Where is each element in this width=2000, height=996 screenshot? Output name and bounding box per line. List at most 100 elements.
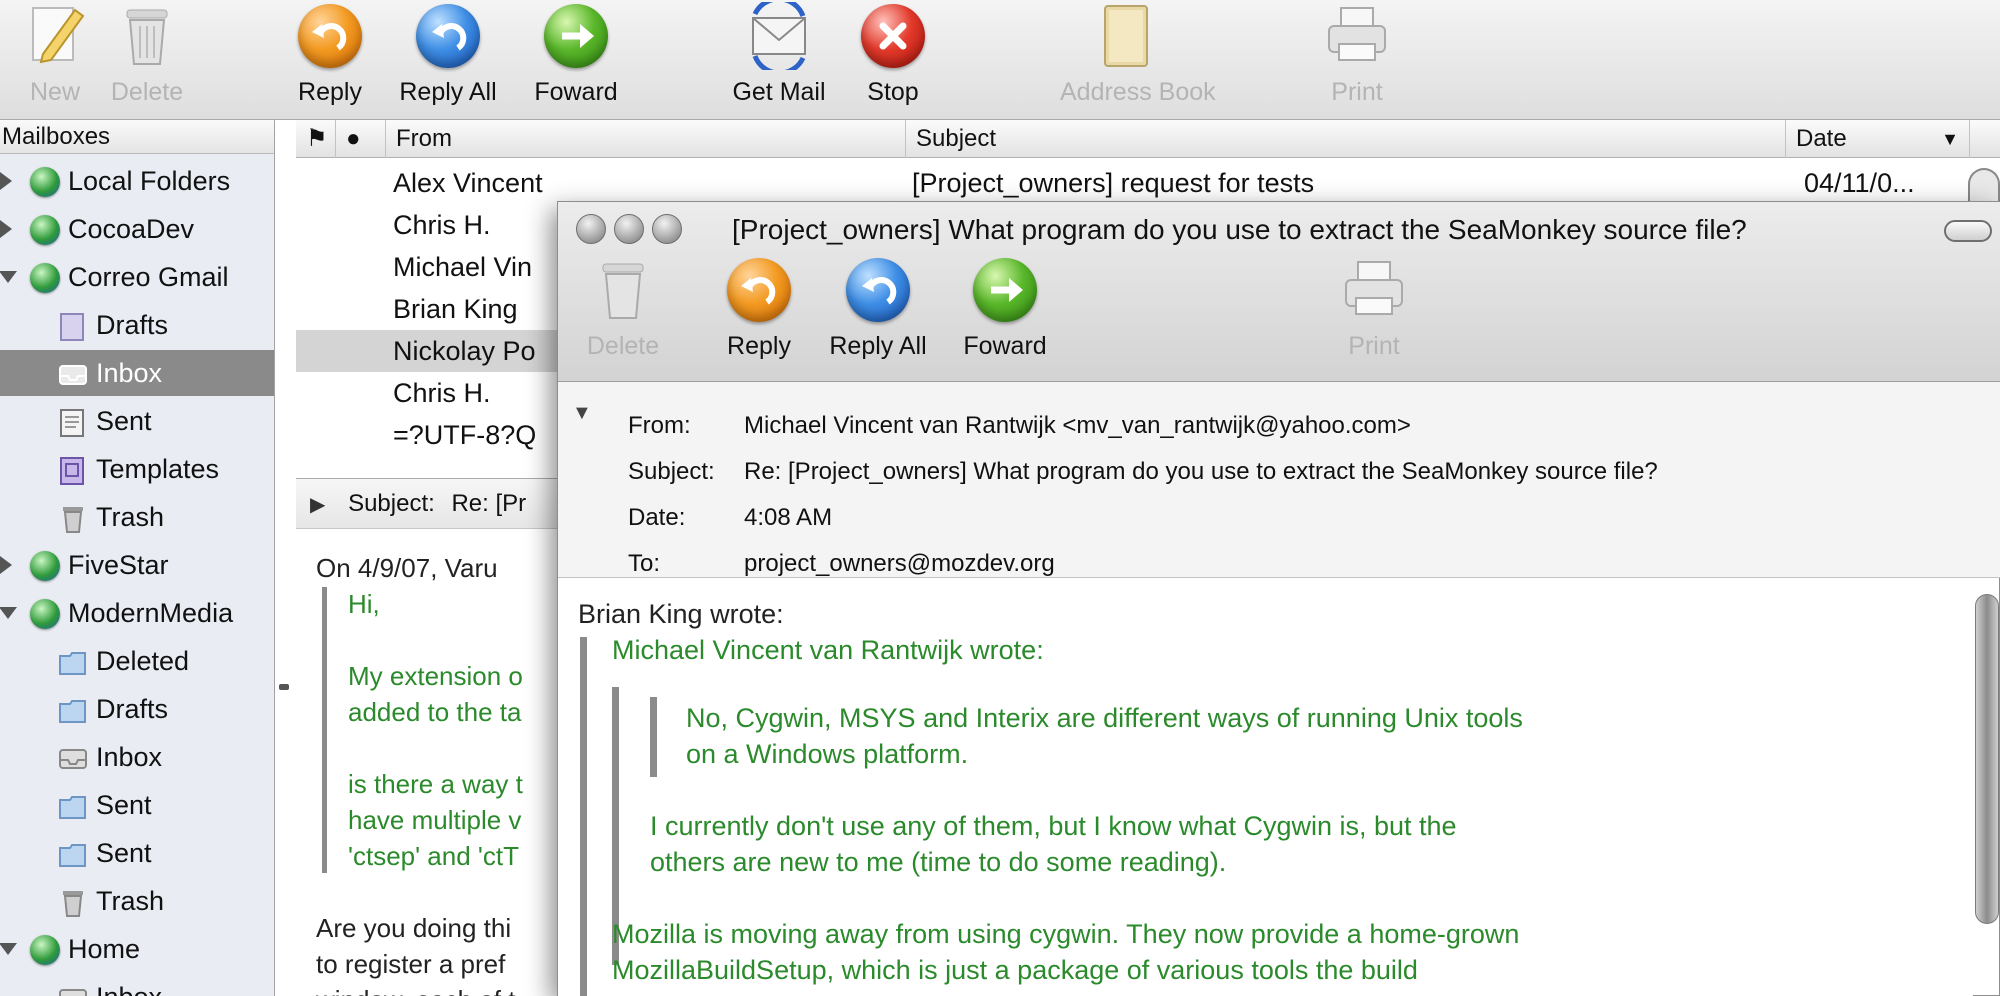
row-from: Michael Vin <box>393 252 533 282</box>
subject-header-value: Re: [Project_owners] What program do you… <box>744 458 1658 485</box>
window-reply-button[interactable]: Reply <box>694 256 824 361</box>
sidebar-item-deleted[interactable]: Deleted <box>0 638 274 684</box>
get-mail-label: Get Mail <box>732 78 826 106</box>
window-delete-button[interactable]: Delete <box>558 256 688 361</box>
disclosure-triangle-icon[interactable] <box>0 943 17 955</box>
account-modernmedia[interactable]: ModernMedia <box>0 590 274 636</box>
sidebar-item-label: Templates <box>96 454 220 484</box>
sidebar-item-drafts[interactable]: Drafts <box>0 302 274 348</box>
print-label: Print <box>1331 78 1383 106</box>
zoom-window-button[interactable] <box>652 214 682 244</box>
sidebar-item-label: Drafts <box>96 694 169 724</box>
disclosure-triangle-icon[interactable] <box>0 271 17 283</box>
trash-icon <box>58 886 88 917</box>
sidebar-item-trash-2[interactable]: Trash <box>0 878 274 924</box>
preview-text-line: Hi, <box>348 589 380 619</box>
subject-header-label: Subject: <box>628 458 715 485</box>
window-reply-all-label: Reply All <box>829 332 927 360</box>
collapse-headers-icon[interactable]: ▼ <box>572 402 592 425</box>
preview-text-line: My extension o <box>348 661 523 691</box>
disclosure-triangle-icon[interactable] <box>0 172 12 190</box>
sidebar-item-label: Drafts <box>96 310 169 340</box>
body-text-line: Michael Vincent van Rantwijk wrote: <box>612 635 1044 665</box>
address-book-icon <box>1091 2 1159 70</box>
account-correo-gmail[interactable]: Correo Gmail <box>0 254 274 300</box>
table-row[interactable]: Alex Vincent [Project_owners] request fo… <box>296 162 2000 204</box>
sidebar-item-inbox[interactable]: Inbox <box>0 350 274 396</box>
row-from: Brian King <box>393 294 518 324</box>
preview-text-line: On 4/9/07, Varu <box>316 553 498 583</box>
sort-descending-icon: ▼ <box>1941 129 1959 149</box>
disclosure-triangle-icon[interactable] <box>0 220 12 238</box>
subject-column-header[interactable]: Subject <box>906 120 1786 158</box>
row-from: =?UTF-8?Q <box>393 420 537 450</box>
message-list-header: ⚑ ● From Subject Date ▼ <box>296 120 2000 158</box>
from-header-label: From: <box>628 412 691 439</box>
reply-button[interactable]: Reply <box>265 2 395 107</box>
delete-label: Delete <box>110 78 184 106</box>
reply-all-icon <box>844 256 912 324</box>
date-column-header[interactable]: Date ▼ <box>1786 120 1970 158</box>
window-print-button[interactable]: Print <box>1309 256 1439 361</box>
sidebar-item-label: Sent <box>96 838 152 868</box>
delete-button[interactable]: Delete <box>82 2 212 107</box>
globe-icon <box>30 263 60 293</box>
splitter-handle[interactable] <box>279 684 289 690</box>
drafts-folder-icon <box>58 310 88 341</box>
read-column-header[interactable]: ● <box>336 120 386 158</box>
from-header-value[interactable]: Michael Vincent van Rantwijk <mv_van_ran… <box>744 412 1411 440</box>
sidebar-item-sent[interactable]: Sent <box>0 398 274 444</box>
window-forward-button[interactable]: Foward <box>940 256 1070 361</box>
account-fivestar[interactable]: FiveStar <box>0 542 274 588</box>
main-toolbar: New Delete Reply Reply All Foward Get Ma… <box>0 0 2000 120</box>
get-mail-button[interactable]: Get Mail <box>714 0 844 107</box>
templates-folder-icon <box>58 454 88 485</box>
sidebar-item-label: FiveStar <box>68 550 169 580</box>
quote-bar <box>580 637 587 996</box>
body-text-line: on a Windows platform. <box>686 739 969 769</box>
preview-text-line: Are you doing thi <box>316 913 512 943</box>
window-reply-all-button[interactable]: Reply All <box>813 256 943 361</box>
sidebar-item-label: Local Folders <box>68 166 231 196</box>
close-window-button[interactable] <box>576 214 606 244</box>
sidebar-item-inbox-2[interactable]: Inbox <box>0 734 274 780</box>
forward-button[interactable]: Foward <box>511 2 641 107</box>
quote-bar <box>322 587 327 873</box>
preview-text-line: is there a way t <box>348 769 523 799</box>
sidebar-item-inbox-3[interactable]: Inbox <box>0 974 274 996</box>
sidebar-item-drafts-2[interactable]: Drafts <box>0 686 274 732</box>
print-button[interactable]: Print <box>1292 2 1422 107</box>
preview-text-line: added to the ta <box>348 697 522 727</box>
sidebar-item-sent-3[interactable]: Sent <box>0 830 274 876</box>
quote-bar <box>650 697 657 777</box>
account-local-folders[interactable]: Local Folders <box>0 158 274 204</box>
message-body-scrollbar[interactable] <box>1975 594 1999 924</box>
flag-column-header[interactable]: ⚑ <box>296 120 336 158</box>
sidebar-item-templates[interactable]: Templates <box>0 446 274 492</box>
preview-text-line: have multiple v <box>348 805 522 835</box>
body-text-line: MozillaBuildSetup, which is just a packa… <box>612 955 1418 985</box>
disclosure-triangle-icon[interactable] <box>0 607 17 619</box>
disclosure-triangle-icon[interactable] <box>0 556 12 574</box>
from-column-header[interactable]: From <box>386 120 906 158</box>
account-cocoadev[interactable]: CocoaDev <box>0 206 274 252</box>
to-header-value[interactable]: project_owners@mozdev.org <box>744 550 1055 578</box>
reply-all-button[interactable]: Reply All <box>383 2 513 107</box>
account-home[interactable]: Home <box>0 926 274 972</box>
trash-icon <box>58 502 88 533</box>
window-forward-label: Foward <box>963 332 1047 360</box>
reply-label: Reply <box>298 78 362 106</box>
mail-app-window: New Delete Reply Reply All Foward Get Ma… <box>0 0 2000 996</box>
window-print-label: Print <box>1348 332 1400 360</box>
expand-triangle-icon[interactable]: ▶ <box>310 494 325 516</box>
preview-text-line: window, each of t <box>316 985 515 996</box>
forward-label: Foward <box>534 78 618 106</box>
sidebar-item-trash[interactable]: Trash <box>0 494 274 540</box>
sidebar-item-sent-2[interactable]: Sent <box>0 782 274 828</box>
toolbar-toggle-button[interactable] <box>1944 220 1992 242</box>
stop-button[interactable]: Stop <box>828 2 958 107</box>
minimize-window-button[interactable] <box>614 214 644 244</box>
inbox-folder-icon <box>58 742 88 772</box>
address-book-button[interactable]: Address Book <box>1060 2 1216 107</box>
row-from: Nickolay Po <box>393 336 536 366</box>
